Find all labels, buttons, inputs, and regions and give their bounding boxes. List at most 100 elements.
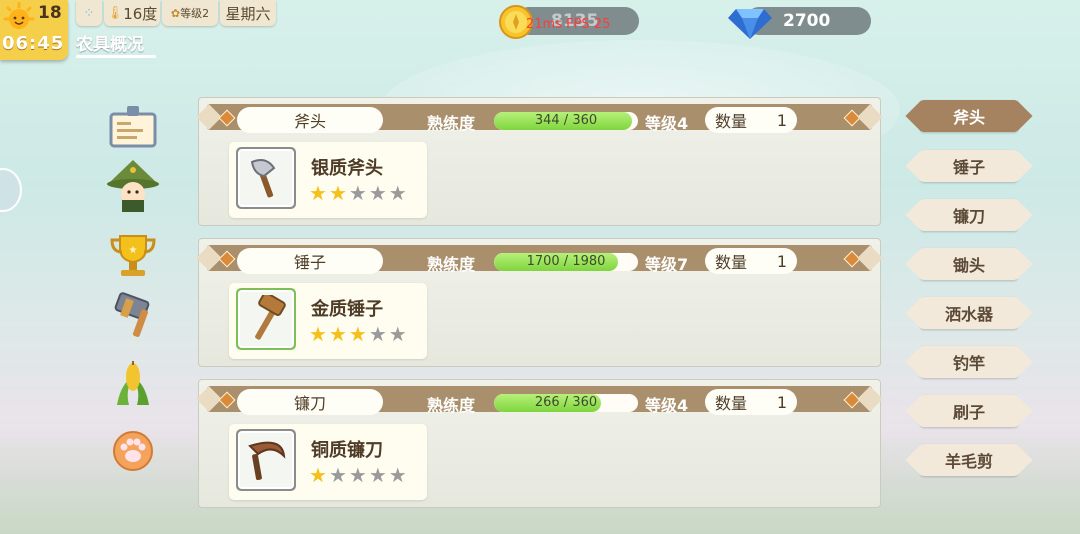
- diamond-icon: [728, 9, 772, 39]
- tool-category-label: 斧头: [237, 107, 383, 133]
- star-rating: ★ ★ ★ ★ ★: [309, 182, 407, 204]
- tool-card[interactable]: 银质斧头 ★ ★ ★ ★ ★: [229, 142, 427, 218]
- svg-text:★: ★: [129, 245, 138, 256]
- proficiency-bar: 266 / 360: [494, 394, 638, 412]
- tab-tool-overview[interactable]: 农具概况: [76, 30, 144, 55]
- gold-hammer-icon: [255, 295, 286, 340]
- category-tab-label: 锤子: [952, 158, 985, 177]
- star-filled-icon: ★: [309, 463, 327, 487]
- quantity-value: 1: [776, 251, 787, 271]
- character-icon: [107, 160, 159, 212]
- tool-banner: 斧头 熟练度 344 / 360 等级4 数量 1: [207, 104, 872, 133]
- star-rating: ★ ★ ★ ★ ★: [309, 323, 407, 345]
- category-tab[interactable]: 刷子: [910, 395, 1028, 427]
- star-filled-icon: ★: [309, 181, 327, 205]
- tool-name: 铜质镰刀: [311, 440, 383, 461]
- tool-banner: 锤子 熟练度 1700 / 1980 等级7 数量 1: [207, 245, 872, 274]
- quantity-box: 数量 1: [705, 107, 797, 133]
- star-filled-icon: ★: [328, 181, 347, 205]
- category-tab-label: 钓竿: [952, 354, 985, 373]
- star-empty-icon: ★: [388, 322, 407, 346]
- rain-chip: ⁘: [76, 0, 102, 26]
- tool-slot-frame: [238, 431, 294, 489]
- plant-icon: ✿: [170, 6, 181, 20]
- star-empty-icon: ★: [348, 181, 367, 205]
- quantity-box: 数量 1: [705, 389, 797, 415]
- level-text: 等级2: [180, 7, 210, 20]
- trophy-button[interactable]: ★: [104, 230, 162, 280]
- tool-panel: 镰刀 熟练度 266 / 360 等级4 数量 1 铜质镰刀 ★ ★ ★ ★ ★: [198, 379, 881, 508]
- silver-axe-icon: [250, 159, 276, 198]
- star-filled-icon: ★: [309, 322, 327, 346]
- corn-icon: [117, 361, 149, 405]
- tool-slot-frame: [238, 290, 294, 348]
- tool-name: 金质锤子: [311, 299, 383, 320]
- star-empty-icon: ★: [328, 463, 347, 487]
- tool-banner: 镰刀 熟练度 266 / 360 等级4 数量 1: [207, 386, 872, 415]
- star-empty-icon: ★: [388, 181, 407, 205]
- corn-button[interactable]: [104, 358, 162, 408]
- category-tab[interactable]: 镰刀: [910, 199, 1028, 231]
- quantity-label: 数量: [715, 394, 748, 413]
- tool-slot-frame: [238, 149, 294, 207]
- proficiency-bar: 344 / 360: [494, 112, 638, 130]
- category-tab[interactable]: 羊毛剪: [910, 444, 1028, 476]
- tool-category-label: 锤子: [237, 248, 383, 274]
- tool-card[interactable]: 金质锤子 ★ ★ ★ ★ ★: [229, 283, 427, 359]
- tool-card[interactable]: 铜质镰刀 ★ ★ ★ ★ ★: [229, 424, 427, 500]
- tool-slot[interactable]: [236, 147, 296, 209]
- diamond-ornament-icon: [843, 391, 861, 409]
- tool-slot[interactable]: [236, 288, 296, 350]
- tool-level: 等级7: [645, 255, 689, 274]
- proficiency-bar: 1700 / 1980: [494, 253, 638, 271]
- category-tab-label: 刷子: [952, 403, 985, 422]
- hammer-button[interactable]: [104, 290, 162, 340]
- category-tab[interactable]: 钓竿: [910, 346, 1028, 378]
- quantity-box: 数量 1: [705, 248, 797, 274]
- thermometer-icon: 🌡: [106, 5, 124, 21]
- star-empty-icon: ★: [368, 463, 387, 487]
- diamond-ornament-icon: [843, 250, 861, 268]
- diamond-ornament-icon: [843, 109, 861, 127]
- tool-name: 银质斧头: [311, 158, 383, 179]
- category-tab-label: 斧头: [952, 108, 985, 127]
- tool-slot[interactable]: [236, 429, 296, 491]
- id-card-icon: [109, 106, 157, 148]
- tool-panel: 锤子 熟练度 1700 / 1980 等级7 数量 1 金质锤子 ★ ★ ★ ★ ★: [198, 238, 881, 367]
- category-tab[interactable]: 锄头: [910, 248, 1028, 280]
- trophy-icon: ★: [110, 235, 156, 276]
- star-empty-icon: ★: [368, 181, 387, 205]
- tool-level: 等级4: [645, 396, 689, 415]
- star-rating: ★ ★ ★ ★ ★: [309, 464, 407, 486]
- side-menu-toggle[interactable]: [0, 168, 22, 212]
- tool-category-label: 镰刀: [237, 389, 383, 415]
- weather-day-panel[interactable]: 18 06:45: [0, 0, 68, 60]
- weekday-text: 星期六: [225, 4, 271, 23]
- proficiency-value: 1700 / 1980: [526, 254, 606, 269]
- proficiency-value: 344 / 360: [534, 113, 598, 128]
- copper-sickle-icon: [248, 441, 286, 481]
- star-empty-icon: ★: [348, 463, 367, 487]
- star-empty-icon: ★: [368, 322, 387, 346]
- id-card-button[interactable]: [104, 102, 162, 152]
- category-tab[interactable]: 锤子: [910, 150, 1028, 182]
- proficiency-label: 熟练度: [427, 114, 476, 133]
- category-tab[interactable]: 斧头: [910, 100, 1028, 132]
- hammer-icon: [114, 292, 150, 337]
- category-tab-label: 镰刀: [952, 207, 985, 226]
- diamond-amount: 2700: [783, 11, 831, 31]
- star-empty-icon: ★: [388, 463, 407, 487]
- raindrops-icon: ⁘: [83, 5, 95, 21]
- paw-icon: [113, 431, 153, 471]
- proficiency-label: 熟练度: [427, 255, 476, 274]
- category-tab-label: 洒水器: [944, 305, 993, 324]
- clock-time: 06:45: [2, 33, 65, 54]
- temperature-chip: 🌡 16度: [104, 0, 160, 26]
- category-tab[interactable]: 洒水器: [910, 297, 1028, 329]
- diamond-ornament-icon: [218, 109, 236, 127]
- paw-button[interactable]: [104, 424, 162, 474]
- sun-icon: [3, 2, 35, 29]
- character-button[interactable]: [104, 160, 162, 212]
- proficiency-value: 266 / 360: [534, 395, 598, 410]
- debug-fps-text: 21ms FPS 25: [526, 17, 611, 32]
